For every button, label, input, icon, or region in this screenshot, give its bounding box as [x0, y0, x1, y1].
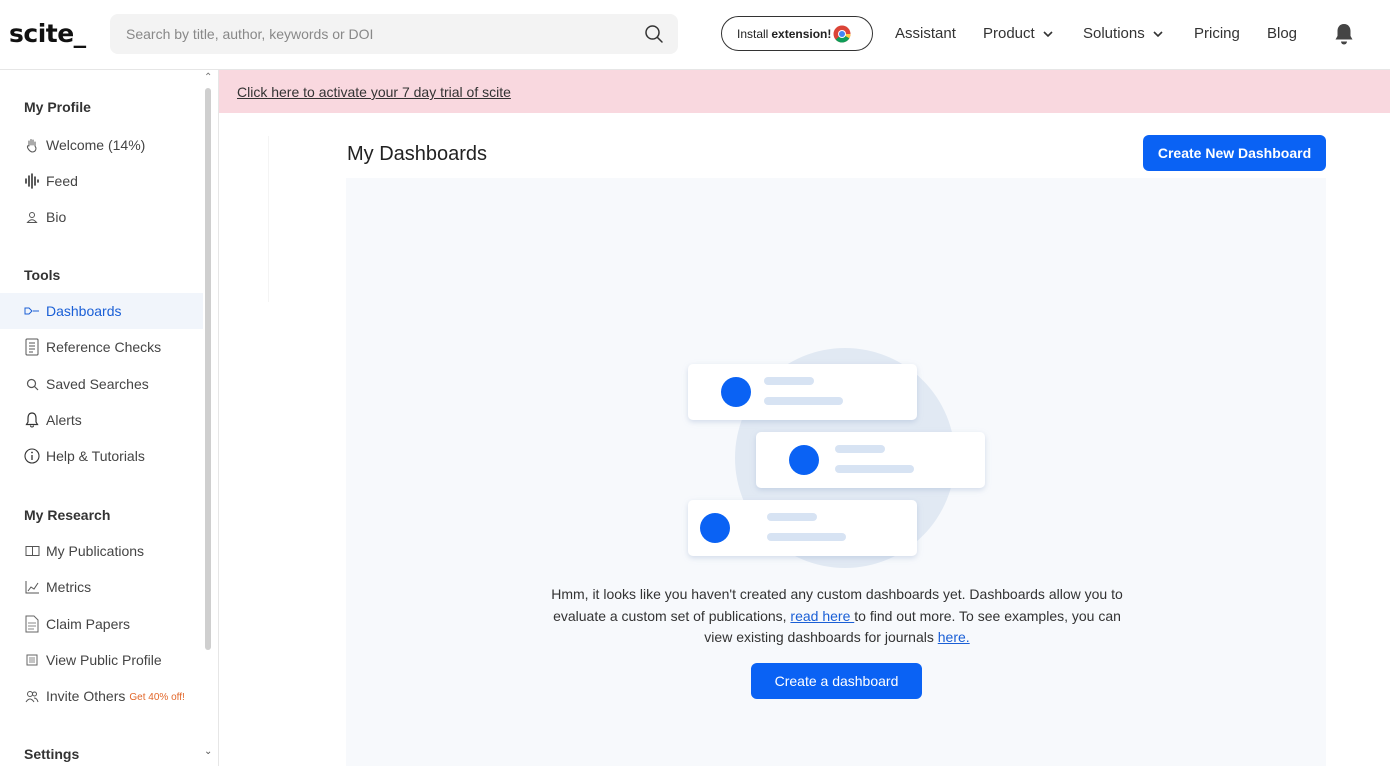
users-icon: [24, 688, 40, 704]
nav-product-label: Product: [983, 25, 1035, 42]
page-title: My Dashboards: [347, 143, 488, 165]
install-label: Install: [737, 26, 769, 41]
chevron-down-icon: [1043, 30, 1053, 37]
sidebar-item-invite-others[interactable]: Invite Others Get 40% off!: [0, 678, 203, 714]
sidebar-item-help-tutorials[interactable]: Help & Tutorials: [0, 438, 203, 474]
section-my-research: My Research: [24, 507, 111, 523]
search-input[interactable]: [126, 14, 626, 54]
nav-solutions-label: Solutions: [1083, 25, 1145, 42]
soundwave-icon: [24, 173, 40, 189]
activate-trial-link[interactable]: Click here to activate your 7 day trial …: [237, 84, 511, 100]
nav-pricing-label: Pricing: [1194, 25, 1240, 42]
scite-logo[interactable]: scite_: [9, 19, 86, 48]
scroll-up-arrow-icon[interactable]: ⌃: [204, 72, 212, 83]
document-icon: [24, 338, 40, 356]
book-icon: [24, 543, 40, 559]
empty-dashboards-illustration: [688, 348, 985, 568]
sidebar-item-label: Bio: [46, 209, 67, 225]
sidebar-item-feed[interactable]: Feed: [0, 163, 203, 199]
read-here-link[interactable]: read here: [790, 608, 854, 624]
sidebar-item-label: Invite Others: [46, 688, 126, 704]
chrome-icon: [833, 24, 851, 43]
nav-product[interactable]: Product: [983, 25, 1054, 42]
sidebar-item-label: Feed: [46, 173, 78, 189]
chart-icon: [24, 579, 40, 595]
bell-icon: [24, 412, 40, 428]
sidebar-item-label: Alerts: [46, 412, 82, 428]
chevron-down-icon: [1153, 30, 1163, 37]
sidebar-item-label: Dashboards: [46, 303, 122, 319]
create-new-dashboard-button[interactable]: Create New Dashboard: [1143, 135, 1326, 171]
sidebar-item-label: Help & Tutorials: [46, 448, 145, 464]
nav-blog-label: Blog: [1267, 25, 1298, 42]
nav-assistant[interactable]: Assistant: [895, 25, 956, 42]
sidebar-item-label: My Publications: [46, 543, 145, 559]
sidebar-item-saved-searches[interactable]: Saved Searches: [0, 366, 203, 402]
section-my-profile: My Profile: [24, 99, 91, 115]
sidebar-item-view-public-profile[interactable]: View Public Profile: [0, 642, 203, 678]
install-extension-button[interactable]: Install extension!: [721, 16, 873, 51]
sidebar-scrollbar[interactable]: [205, 88, 211, 650]
sidebar-item-label: View Public Profile: [46, 652, 162, 668]
nav-pricing[interactable]: Pricing: [1194, 25, 1240, 42]
nav-assistant-label: Assistant: [895, 25, 956, 42]
empty-state-message: Hmm, it looks like you haven't created a…: [540, 584, 1134, 649]
sidebar-item-metrics[interactable]: Metrics: [0, 569, 203, 605]
install-label-bold: extension!: [771, 26, 832, 41]
dashboard-icon: [24, 303, 40, 319]
promo-badge: Get 40% off!: [129, 691, 185, 703]
section-tools: Tools: [24, 267, 61, 283]
search-icon: [24, 376, 40, 392]
sidebar-item-my-publications[interactable]: My Publications: [0, 533, 203, 569]
journals-here-link[interactable]: here.: [938, 629, 970, 645]
scroll-down-arrow-icon[interactable]: ⌄: [204, 746, 212, 757]
search-bar[interactable]: [110, 14, 678, 54]
profile-card-icon: [24, 652, 40, 668]
sidebar-item-welcome[interactable]: Welcome (14%): [0, 127, 203, 163]
sidebar-item-bio[interactable]: Bio: [0, 199, 203, 235]
section-settings[interactable]: Settings: [24, 746, 79, 762]
sidebar: ⌃ ⌄ My Profile Welcome (14%) Feed Bio To…: [0, 70, 219, 766]
create-dashboard-button[interactable]: Create a dashboard: [751, 663, 922, 699]
sidebar-item-label: Claim Papers: [46, 616, 131, 632]
sidebar-item-dashboards[interactable]: Dashboards: [0, 293, 203, 329]
search-icon[interactable]: [644, 24, 664, 44]
sidebar-item-alerts[interactable]: Alerts: [0, 402, 203, 438]
sidebar-item-label: Reference Checks: [46, 339, 162, 355]
nav-blog[interactable]: Blog: [1267, 25, 1297, 42]
user-icon: [24, 209, 40, 225]
top-header: scite_ Install extension! Assistant Prod…: [0, 0, 1390, 70]
info-icon: [24, 448, 40, 464]
paper-icon: [24, 615, 40, 633]
sidebar-item-label: Metrics: [46, 579, 92, 595]
sidebar-item-reference-checks[interactable]: Reference Checks: [0, 329, 203, 365]
sidebar-item-claim-papers[interactable]: Claim Papers: [0, 606, 203, 642]
hand-wave-icon: [24, 137, 40, 153]
trial-banner: Click here to activate your 7 day trial …: [219, 70, 1390, 113]
sidebar-item-label: Welcome (14%): [46, 137, 146, 153]
divider: [268, 136, 269, 302]
sidebar-item-label: Saved Searches: [46, 376, 149, 392]
notifications-bell-icon[interactable]: [1333, 22, 1355, 46]
nav-solutions[interactable]: Solutions: [1083, 25, 1164, 42]
